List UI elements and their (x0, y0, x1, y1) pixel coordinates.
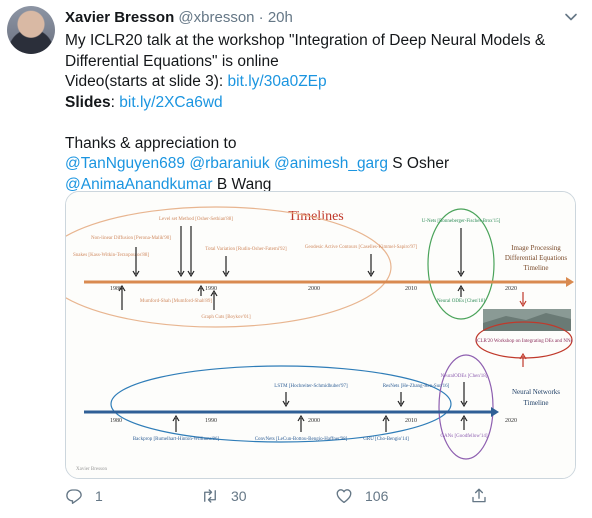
tweet-time[interactable]: 20h (268, 9, 293, 26)
note-workshop: ICLR'20 Workshop on Integrating DEs and … (475, 339, 572, 344)
name-wang: B Wang (212, 175, 272, 193)
note-gans: GANs [Goodfellow'14] (440, 434, 487, 439)
note-neural-odes: Neural ODEs [Chen'18] (437, 299, 485, 304)
name-osher: S Osher (387, 155, 450, 172)
like-count: 106 (365, 488, 389, 504)
top-year-2: 1990 (205, 286, 217, 292)
slide-footer: Xavier Bresson (76, 467, 107, 472)
bottom-year-1: 1980 (110, 418, 122, 424)
tweet-line-thanks: Thanks & appreciation to (65, 134, 237, 152)
note-levelset: Level set Method [Osher-Sethian'88] (159, 217, 233, 222)
note-resnets: ResNets [He-Zhang-Ren-Sun'16] (383, 384, 450, 389)
separator-dot: · (258, 9, 264, 26)
slide-image: Timelines 1980 1990 2000 2010 2020 Level… (66, 192, 575, 478)
tweet-media-image[interactable]: Timelines 1980 1990 2000 2010 2020 Level… (65, 191, 576, 479)
tweet-line-slides: Slides: bit.ly/2XCa6wd (65, 93, 575, 114)
mention-anima[interactable]: @AnimaAnandkumar (65, 176, 213, 193)
note-convnets: ConvNets [LeCun-Bottou-Bengio-Haffner'98… (255, 437, 348, 442)
tweet-line-1: My ICLR20 talk at the workshop "Integrat… (65, 32, 546, 49)
reply-count: 1 (95, 488, 103, 504)
video-link[interactable]: bit.ly/30a0ZEp (228, 73, 327, 90)
note-mumford-shah: Mumford-Shah [Mumford-Shah'89] (140, 299, 212, 304)
author-name[interactable]: Xavier Bresson (65, 9, 174, 26)
note-total-variation: Total Variation [Rudin-Osher-Fatemi'92] (205, 247, 287, 252)
note-unets: U-Nets [Ronneberger-Fischer-Brox'15] (422, 219, 501, 224)
like-button[interactable]: 106 (335, 487, 388, 505)
reply-icon (66, 489, 82, 504)
reply-button[interactable]: 1 (65, 487, 103, 505)
bottom-year-5: 2020 (505, 418, 517, 424)
chevron-down-icon[interactable] (564, 10, 578, 24)
note-geodesic: Geodesic Active Contours [Caselles-Kimme… (305, 245, 418, 250)
note-snakes: Snakes [Kass-Witkin-Terzopoulos'88] (73, 253, 149, 258)
video-prefix: Video(starts at slide 3): (65, 73, 228, 90)
author-handle[interactable]: @xbresson (178, 9, 254, 26)
label-timeline-bottom: Timeline (523, 399, 548, 407)
note-graph-cuts: Graph Cuts [Boykov'01] (201, 315, 251, 320)
retweet-icon (204, 489, 216, 503)
tweet[interactable]: Xavier Bresson @xbresson · 20h My ICLR20… (0, 0, 592, 518)
tweet-actions: 1 30 106 (65, 487, 535, 507)
tweet-text: My ICLR20 talk at the workshop "Integrat… (65, 31, 575, 195)
share-button[interactable] (470, 487, 500, 505)
mention-tannguyen[interactable]: @TanNguyen689 (65, 155, 185, 172)
slides-link[interactable]: bit.ly/2XCa6wd (119, 94, 222, 111)
note-lstm: LSTM [Hochreiter-Schmidhuber'97] (274, 384, 348, 389)
label-differential-equations: Differential Equations (505, 254, 568, 262)
slides-colon: : (110, 93, 120, 111)
tweet-line-2: Differential Equations" is online (65, 52, 279, 70)
top-year-5: 2020 (505, 286, 517, 292)
slide-title: Timelines (288, 209, 344, 224)
mention-animesh[interactable]: @animesh_garg (274, 155, 388, 172)
label-timeline-top: Timeline (523, 264, 548, 272)
retweet-count: 30 (231, 488, 247, 504)
avatar[interactable] (7, 6, 55, 54)
tweet-line-mentions-1: @TanNguyen689 @rbaraniuk @animesh_garg S… (65, 154, 575, 175)
label-image-processing: Image Processing (511, 244, 561, 252)
bottom-year-2: 1990 (205, 418, 217, 424)
label-neural-networks: Neural Networks (512, 388, 560, 396)
bottom-year-4: 2010 (405, 418, 417, 424)
slides-label: Slides (65, 93, 111, 111)
bottom-year-3: 2000 (308, 418, 320, 424)
mention-rbaraniuk[interactable]: @rbaraniuk (189, 155, 269, 172)
top-year-3: 2000 (308, 286, 320, 292)
top-year-4: 2010 (405, 286, 417, 292)
note-perona-malik: Non-linear Diffusion [Perona-Malik'90] (91, 236, 171, 241)
tweet-line-video: Video(starts at slide 3): bit.ly/30a0ZEp (65, 72, 575, 93)
note-neuralodes-bottom: NeuralODEs [Chen'18] (441, 374, 488, 379)
note-backprop: Backprop [Rumelhart-Hinton-Williams'86] (133, 437, 220, 442)
heart-icon (336, 489, 352, 504)
share-icon (472, 488, 486, 503)
retweet-button[interactable]: 30 (201, 487, 247, 505)
note-gru: GRU [Cho-Bengio'14] (363, 437, 409, 442)
tweet-header: Xavier Bresson @xbresson · 20h (65, 8, 293, 28)
